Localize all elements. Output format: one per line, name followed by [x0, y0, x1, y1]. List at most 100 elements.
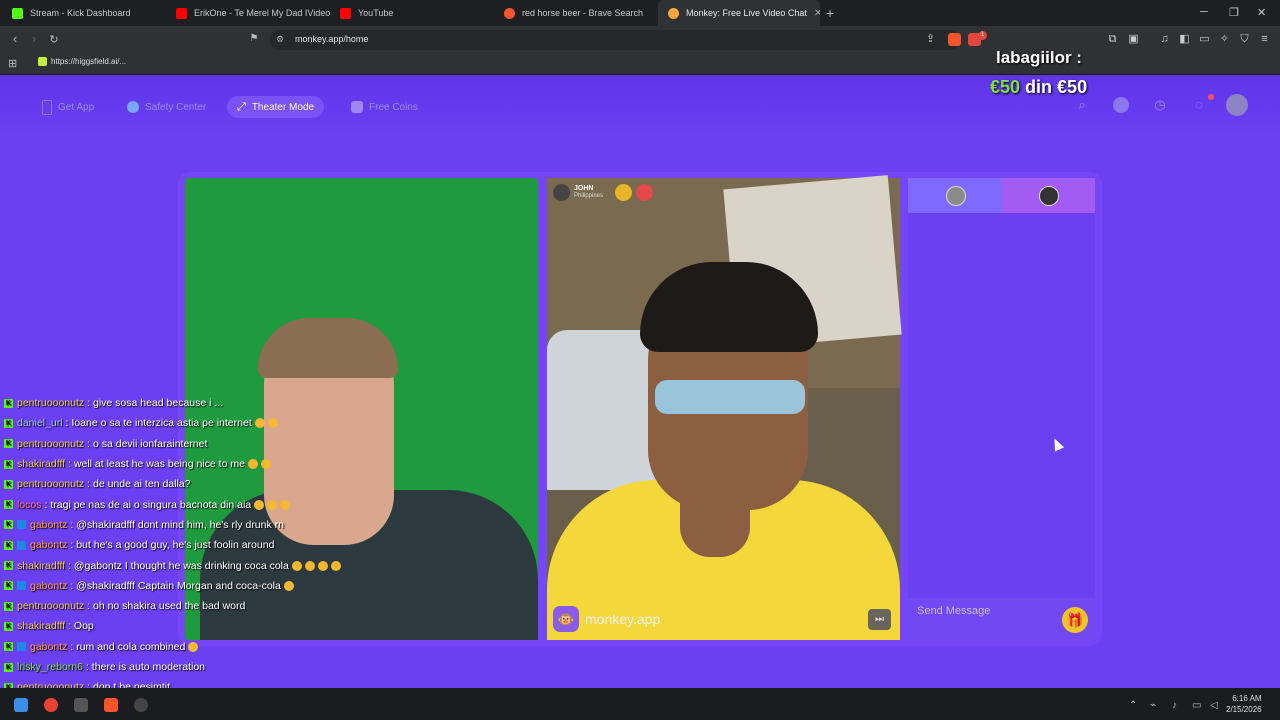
gift-button[interactable]: 🎁 [1062, 607, 1088, 633]
partner-hand [680, 462, 750, 557]
chat-username[interactable]: locos [17, 499, 42, 511]
stream-chat-message: Klocos: tragi pe nas de ai o singura bac… [4, 494, 404, 514]
address-bar[interactable] [270, 30, 960, 50]
emote-icon [267, 499, 278, 510]
menu-icon[interactable]: ≡ [1258, 33, 1271, 46]
chat-username[interactable]: gabontz [30, 580, 67, 592]
apps-grid-icon[interactable]: ⊞ [8, 57, 17, 70]
brave-search-icon [504, 7, 515, 19]
partner-badge[interactable]: JOHN Philippines [553, 184, 654, 201]
back-icon[interactable]: ‹ [6, 31, 24, 46]
windows-start-icon[interactable] [14, 698, 28, 712]
tray-chevron-icon[interactable]: ⌃ [1129, 700, 1137, 711]
chat-username[interactable]: gabontz [30, 641, 67, 653]
brave-shields-icon[interactable] [948, 33, 961, 46]
tab-youtube[interactable]: YouTube [330, 0, 494, 26]
higgsfield-icon [38, 57, 47, 66]
chat-username[interactable]: shakiradfff [17, 458, 65, 470]
tab-youtube-video[interactable]: ErikOne - Te Merel My Dad IVideo O [166, 0, 330, 26]
url-text[interactable]: monkey.app/home [295, 34, 368, 44]
chat-username[interactable]: gabontz [30, 519, 67, 531]
nav-get-app[interactable]: Get App [32, 96, 104, 118]
kick-badge-icon: K [4, 540, 13, 550]
moderator-badge-icon [17, 540, 26, 550]
new-tab-button[interactable]: + [826, 5, 834, 21]
chat-username[interactable]: daniel_url [17, 417, 63, 429]
clock-date: 2/15/2026 [1226, 705, 1262, 714]
chat-username[interactable]: shakiradfff [17, 560, 65, 572]
chat-username[interactable]: pentruooonutz [17, 478, 84, 490]
chat-username[interactable]: pentruooonutz [17, 600, 84, 612]
moderator-badge-icon [17, 642, 26, 652]
emote-icon [267, 418, 278, 429]
emote-icon [304, 560, 315, 571]
brave-icon[interactable] [104, 698, 118, 712]
heart-badge-icon[interactable] [615, 184, 633, 201]
skip-button[interactable]: ⏭ [868, 609, 891, 630]
stream-chat-message: Kgabontz: rum and cola combined [4, 637, 404, 657]
sidebar-icon[interactable]: ◧ [1178, 33, 1191, 46]
leo-ai-icon[interactable]: ✧ [1218, 33, 1231, 46]
tab-kick-dashboard[interactable]: Stream - Kick Dashboard [2, 0, 166, 26]
tab-monkey[interactable]: Monkey: Free Live Video Chat ✕ [658, 0, 820, 26]
search-icon[interactable]: ⌕ [1074, 97, 1090, 113]
chat-username[interactable]: gabontz [30, 539, 67, 551]
emote-icon [330, 560, 341, 571]
close-window-icon[interactable]: ✕ [1257, 6, 1266, 19]
report-badge-icon[interactable] [636, 184, 654, 201]
reload-icon[interactable]: ↻ [45, 33, 63, 46]
emote-icon [291, 560, 302, 571]
network-icon[interactable]: ⌁ [1150, 700, 1156, 711]
tab-label: YouTube [358, 8, 394, 18]
media-icon[interactable]: ♫ [1158, 33, 1171, 46]
display-icon[interactable]: ▭ [1192, 700, 1201, 711]
mic-icon[interactable]: ♪ [1172, 700, 1177, 711]
extensions-icon[interactable]: ⧉ [1106, 33, 1119, 46]
tab-brave-search[interactable]: red horse beer - Brave Search [494, 0, 658, 26]
partner-avatar [553, 184, 570, 201]
wallet-icon[interactable]: ▭ [1198, 33, 1211, 46]
chat-text: : but he's a good guy, he's just foolin … [70, 539, 275, 552]
close-tab-icon[interactable]: ✕ [814, 8, 820, 19]
bookmark-icon[interactable]: ⚑ [245, 33, 263, 44]
nav-safety-center[interactable]: Safety Center [117, 96, 216, 118]
chrome-icon[interactable] [44, 698, 58, 712]
nav-theater-mode[interactable]: ⤢ Theater Mode [227, 96, 325, 118]
chat-username[interactable]: lrisky_reborn6 [17, 661, 83, 673]
profile-avatar[interactable] [1226, 94, 1248, 116]
chat-username[interactable]: pentruooonutz [17, 438, 84, 450]
emote-icon [280, 499, 291, 510]
screenshot-icon[interactable]: ▣ [1127, 33, 1140, 46]
nav-free-coins[interactable]: Free Coins [341, 96, 428, 118]
kick-badge-icon: K [4, 459, 13, 469]
forward-icon[interactable]: › [25, 31, 43, 46]
moderator-badge-icon [17, 520, 26, 530]
chat-username[interactable]: pentruooonutz [17, 397, 84, 409]
chat-username[interactable]: shakiradfff [17, 620, 65, 632]
bookmark-higgsfield[interactable]: https://higgsfield.ai/... [38, 57, 126, 66]
coins-balance-icon[interactable] [1113, 97, 1129, 113]
partner-info: JOHN Philippines [574, 185, 603, 200]
emote-icon [254, 418, 265, 429]
site-info-icon[interactable]: ⚙ [276, 34, 284, 45]
brand-text: monkey.app [585, 611, 661, 627]
restore-icon[interactable]: ❐ [1229, 6, 1239, 19]
message-input[interactable]: Send Message [917, 605, 990, 617]
clock-time: 6:16 AM [1232, 694, 1262, 703]
minimize-icon[interactable]: ─ [1200, 6, 1208, 18]
history-icon[interactable]: ◷ [1152, 97, 1168, 113]
system-clock[interactable]: 6:16 AM 2/15/2026 [1226, 693, 1262, 715]
volume-icon[interactable]: ◁ [1210, 700, 1218, 711]
youtube-icon [340, 7, 351, 19]
nav-label: Get App [58, 101, 95, 113]
emote-icon [260, 459, 271, 470]
taskbar-app-icon[interactable] [74, 698, 88, 712]
messages-icon[interactable]: ◌ [1191, 97, 1207, 113]
stream-chat-message: Kshakiradfff: well at least he was being… [4, 454, 404, 474]
stream-chat-message: Klrisky_reborn6: there is auto moderatio… [4, 657, 404, 677]
chat-text: : Oop [68, 620, 94, 633]
vpn-icon[interactable]: ⛉ [1238, 33, 1251, 46]
obs-icon[interactable] [134, 698, 148, 712]
share-icon[interactable]: ⇪ [924, 33, 937, 46]
shield-icon [127, 101, 139, 113]
